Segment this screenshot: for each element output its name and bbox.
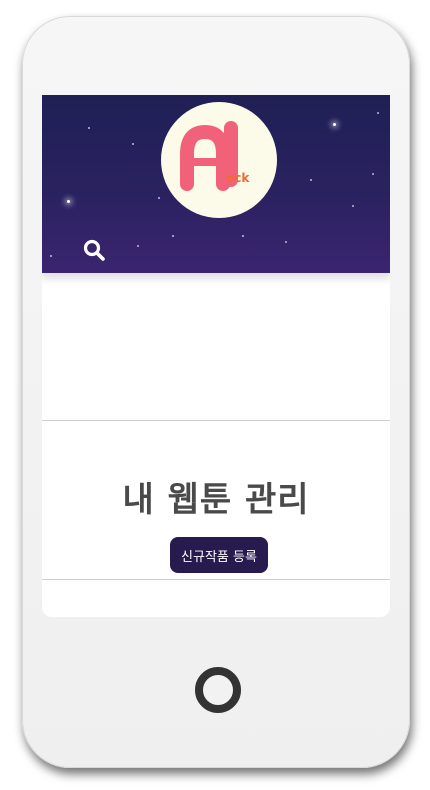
logo[interactable]: ock [161, 102, 277, 218]
divider [42, 579, 390, 580]
star-decoration [372, 173, 374, 175]
star-decoration [333, 123, 336, 126]
header-banner: ock [42, 95, 390, 273]
logo-icon: ock [180, 121, 250, 191]
svg-text:ock: ock [226, 171, 250, 185]
star-decoration [50, 255, 52, 257]
star-decoration [67, 200, 70, 203]
search-icon [83, 239, 105, 261]
search-button[interactable] [82, 238, 106, 262]
app-screen: ock 내 웹툰 관리 신규작품 등록 [42, 95, 390, 617]
star-decoration [285, 241, 287, 243]
star-decoration [242, 235, 244, 237]
star-decoration [88, 127, 90, 129]
star-decoration [132, 143, 134, 145]
home-button[interactable] [195, 667, 241, 713]
star-decoration [310, 179, 312, 181]
register-new-work-button[interactable]: 신규작품 등록 [170, 537, 268, 573]
phone-frame: ock 내 웹툰 관리 신규작품 등록 [22, 16, 410, 768]
page-title: 내 웹툰 관리 [122, 480, 310, 520]
star-decoration [137, 245, 139, 247]
star-decoration [352, 205, 354, 207]
star-decoration [158, 197, 160, 199]
star-decoration [172, 235, 174, 237]
star-decoration [377, 112, 379, 114]
content-placeholder [42, 273, 390, 420]
divider [42, 420, 390, 421]
